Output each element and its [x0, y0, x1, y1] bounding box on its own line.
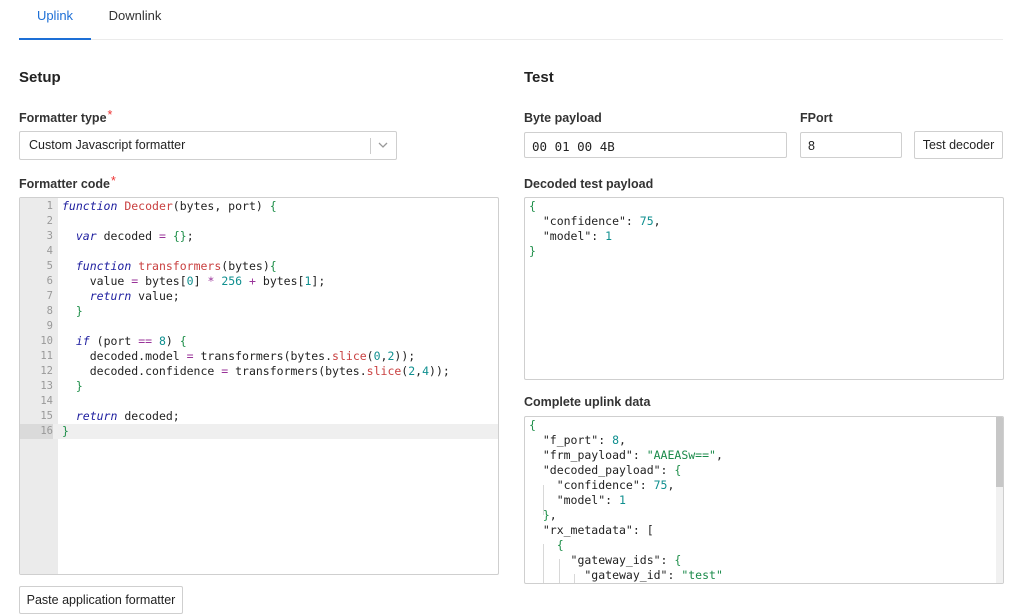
scrollbar-thumb[interactable] [996, 417, 1003, 487]
json-line: { [529, 199, 536, 213]
code-line: 3 var decoded = {}; [46, 229, 194, 243]
complete-uplink-data-box: { "f_port": 8, "frm_payload": "AAEASw=="… [524, 416, 1004, 584]
code-line: 1 function Decoder(bytes, port) { [46, 199, 277, 213]
code-text: if (port == 8) { [75, 334, 187, 348]
formatter-type-value: Custom Javascript formatter [29, 138, 186, 152]
code-line: 5 function transformers(bytes){ [46, 259, 277, 273]
tab-uplink[interactable]: Uplink [19, 0, 91, 40]
code-line: 6 value = bytes[0] * 256 + bytes[1]; [46, 274, 326, 288]
formatter-type-label-text: Formatter type [19, 111, 107, 125]
code-line: 4 [46, 245, 53, 257]
chevron-down-icon[interactable] [377, 135, 389, 158]
required-mark: * [107, 108, 113, 122]
code-line: 11 decoded.model = transformers(bytes.sl… [40, 349, 416, 363]
formatter-code-label-text: Formatter code [19, 177, 110, 191]
code-text: function Decoder(bytes, port) { [62, 199, 277, 213]
code-line: 10 if (port == 8) { [40, 334, 187, 348]
code-line: 7 return value; [46, 289, 180, 303]
json-line: "f_port": 8, [529, 433, 626, 447]
code-text: function transformers(bytes){ [75, 259, 277, 273]
complete-uplink-data-label: Complete uplink data [524, 395, 651, 409]
code-text: return decoded; [75, 409, 180, 423]
code-text: value = bytes[0] * 256 + bytes[1]; [62, 274, 326, 288]
json-line: "model": 1 [529, 493, 626, 507]
json-line: }, [542, 508, 557, 522]
code-line: 12 decoded.confidence = transformers(byt… [40, 364, 450, 378]
byte-payload-label: Byte payload [524, 111, 602, 125]
json-line: { [556, 538, 564, 552]
fport-value: 8 [808, 139, 815, 153]
code-line: 13 } [40, 379, 83, 393]
fport-input[interactable]: 8 [800, 132, 902, 158]
json-line: { [529, 418, 536, 432]
formatter-type-label: Formatter type* [19, 108, 113, 125]
test-heading: Test [524, 69, 554, 86]
scrollbar[interactable] [996, 417, 1003, 583]
formatter-code-label: Formatter code* [19, 174, 116, 191]
json-line: "decoded_payload": { [529, 463, 682, 477]
select-separator [370, 138, 371, 154]
code-line: 2 [46, 215, 53, 227]
code-text: decoded.confidence = transformers(bytes.… [62, 364, 450, 378]
code-text: } [75, 379, 83, 393]
code-editor[interactable]: 1 function Decoder(bytes, port) { 2 3 var… [19, 197, 499, 575]
code-line-active: 16} [20, 424, 498, 439]
json-line: "frm_payload": "AAEASw==", [529, 448, 723, 462]
decoded-test-payload-box: { "confidence": 75, "model": 1 } [524, 197, 1004, 380]
fport-label: FPort [800, 111, 833, 125]
byte-payload-value: 00 01 00 4B [532, 139, 615, 154]
paste-application-formatter-button[interactable]: Paste application formatter [19, 586, 183, 614]
code-text: } [75, 304, 83, 318]
json-line: "gateway_ids": { [529, 553, 682, 567]
code-line: 15 return decoded; [40, 409, 180, 423]
json-line: "gateway_id": "test" [529, 568, 723, 582]
formatter-type-select[interactable]: Custom Javascript formatter [19, 131, 397, 160]
test-decoder-button[interactable]: Test decoder [914, 131, 1003, 159]
code-text: decoded.model = transformers(bytes.slice… [62, 349, 416, 363]
decoded-test-payload-label: Decoded test payload [524, 177, 654, 191]
tab-bar: Uplink Downlink [19, 0, 1003, 40]
setup-heading: Setup [19, 69, 61, 86]
code-text: } [62, 424, 69, 438]
required-mark: * [111, 174, 116, 188]
code-line: 9 [46, 320, 53, 332]
code-line: 8 } [46, 304, 83, 318]
json-line: "confidence": 75, [529, 214, 661, 228]
code-text: var decoded = {}; [75, 229, 194, 243]
code-text: return value; [89, 289, 180, 303]
json-line: "rx_metadata": [ [529, 523, 654, 537]
code-line: 14 [40, 395, 53, 407]
json-line: "model": 1 [529, 229, 613, 243]
tab-downlink[interactable]: Downlink [99, 0, 171, 38]
byte-payload-input[interactable]: 00 01 00 4B [524, 132, 787, 158]
json-line: } [529, 244, 536, 258]
json-line: "confidence": 75, [529, 478, 675, 492]
